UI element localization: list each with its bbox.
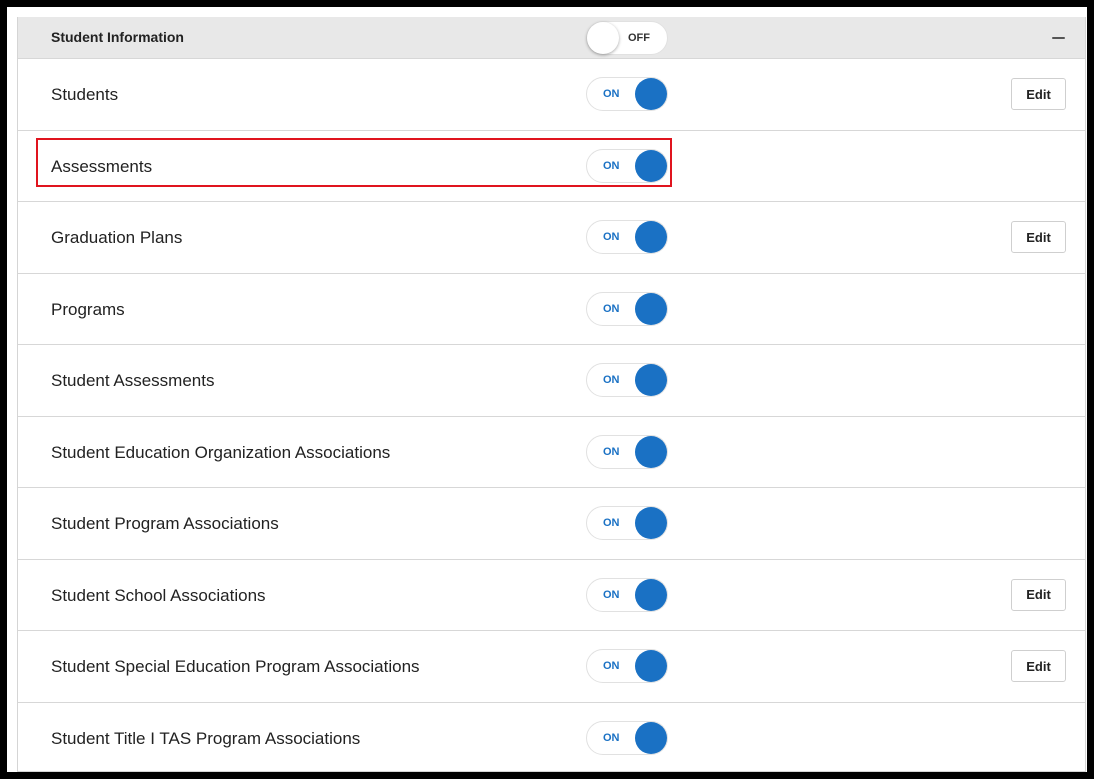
toggle-knob [635,578,667,611]
row-toggle[interactable]: ON [586,720,668,755]
toggle-state-text: ON [603,517,620,529]
row-label: Student Education Organization Associati… [51,442,391,462]
toggle-state-text: ON [603,159,620,172]
row-toggle[interactable]: ON [586,577,668,612]
edit-button[interactable]: Edit [1011,650,1066,682]
toggle-state-text: ON [603,588,620,601]
row-toggle[interactable]: ON [586,148,668,183]
row-label: Students [51,85,119,104]
row-label: Student School Associations [51,585,266,605]
list-item: Graduation Plans ON Edit [18,201,1085,272]
toggle-knob [635,650,667,682]
list-item: Student Assessments ON [18,344,1085,415]
row-toggle[interactable]: ON [586,363,668,397]
row-label: Graduation Plans [51,228,183,247]
row-toggle[interactable]: ON [586,77,668,111]
row-toggle[interactable]: ON [586,649,668,683]
section-title: Student Information [51,29,184,45]
toggle-knob [635,78,667,110]
list-item: Student Program Associations ON [18,487,1085,558]
toggle-knob [635,292,667,325]
edit-button[interactable]: Edit [1011,578,1066,611]
row-label: Student Special Education Program Associ… [51,657,420,676]
list-item: Student Education Organization Associati… [18,415,1085,487]
list-item: Student Special Education Program Associ… [18,630,1085,701]
minus-icon[interactable] [1052,37,1065,39]
list-item: Programs ON [18,272,1085,344]
toggle-state-text: ON [603,88,620,100]
toggle-state-text: ON [603,660,620,672]
row-toggle[interactable]: ON [586,220,668,254]
toggle-state-text: OFF [628,32,650,44]
row-label: Assessments [51,156,153,176]
toggle-knob [635,149,667,182]
list-item: Students ON Edit [18,58,1085,129]
toggle-state-text: ON [603,445,620,458]
toggle-state-text: ON [603,302,620,315]
row-label: Student Program Associations [51,514,279,533]
row-toggle[interactable]: ON [586,434,668,469]
student-information-panel: Student Information OFF Students ON Edit As… [17,17,1086,772]
list-item: Student School Associations ON Edit [18,558,1085,630]
toggle-knob [635,435,667,468]
row-label: Student Assessments [51,371,215,390]
toggle-knob [587,22,619,54]
section-header: Student Information OFF [18,17,1085,58]
toggle-state-text: ON [603,231,620,243]
toggle-state-text: ON [603,374,620,386]
edit-button[interactable]: Edit [1011,78,1066,110]
row-toggle[interactable]: ON [586,291,668,326]
edit-button[interactable]: Edit [1011,221,1066,253]
toggle-knob [635,721,667,754]
toggle-knob [635,221,667,253]
toggle-knob [635,364,667,396]
list-item: Student Title I TAS Program Associations… [18,701,1085,773]
list-item: Assessments ON [18,129,1085,201]
toggle-knob [635,507,667,539]
row-label: Programs [51,299,125,319]
row-toggle[interactable]: ON [586,506,668,540]
row-label: Student Title I TAS Program Associations [51,728,361,748]
section-toggle[interactable]: OFF [586,21,668,55]
toggle-state-text: ON [603,731,620,744]
